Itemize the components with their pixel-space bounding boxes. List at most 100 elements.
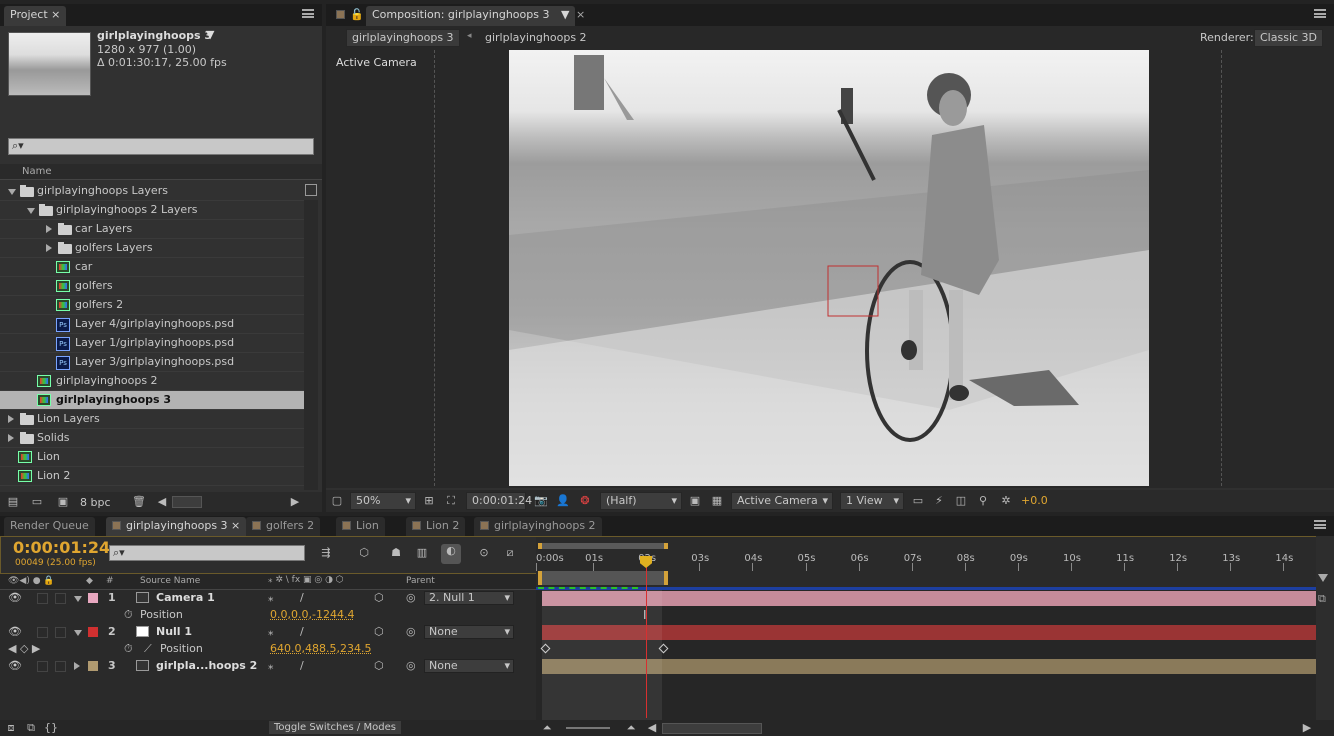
breadcrumb-current[interactable]: girlplayinghoops 3 — [346, 29, 460, 47]
label-color-swatch[interactable] — [88, 661, 98, 671]
project-item[interactable]: Solids — [0, 429, 304, 448]
property-row[interactable]: ⏱ Position 0.0,0.0,-1244.4 — [0, 607, 536, 624]
right-scroll-icons[interactable]: ⧉ — [1318, 592, 1332, 606]
project-item[interactable]: girlplayinghoops 2 Layers — [0, 201, 304, 220]
comp-tab-lock[interactable]: 🔓 — [330, 6, 364, 26]
layer-name[interactable]: girlpla...hoops 2 — [156, 658, 257, 674]
3d-layer-icon[interactable]: ⬡ — [374, 624, 384, 640]
work-area-bar[interactable] — [538, 543, 668, 549]
project-item[interactable]: Ps Layer 3/girlplayinghoops.psd — [0, 353, 304, 372]
project-item[interactable]: golfers 2 — [0, 296, 304, 315]
camera-view-dropdown[interactable]: Active Camera ▾ — [731, 492, 833, 510]
lock-box[interactable] — [55, 661, 66, 672]
resolution-dropdown[interactable]: (Half) ▾ — [600, 492, 682, 510]
parent-dropdown[interactable]: None ▾ — [424, 625, 514, 639]
disclosure-closed-icon[interactable] — [8, 415, 14, 423]
solo-box[interactable] — [37, 593, 48, 604]
solo-box[interactable] — [37, 661, 48, 672]
eye-icon[interactable]: 👁 — [8, 658, 22, 674]
view-layout-dropdown[interactable]: 1 View ▾ — [840, 492, 904, 510]
snapshot-camera-icon[interactable]: 📷 — [534, 494, 548, 508]
property-row[interactable]: ◀ ◇ ▶ ⏱ ⟋ Position 640.0,488.5,234.5 — [0, 641, 536, 658]
renderer-dropdown[interactable]: Classic 3D — [1254, 29, 1324, 47]
timeline-tab[interactable]: golfers 2 — [246, 517, 321, 536]
project-item[interactable]: car Layers — [0, 220, 304, 239]
timeline-tab[interactable]: girlplayinghoops 2 — [474, 517, 602, 536]
property-value[interactable]: 0.0,0.0,-1244.4 — [270, 607, 354, 623]
3d-layer-icon[interactable]: ⬡ — [374, 590, 384, 606]
scroll-right-icon[interactable]: ▶ — [1300, 721, 1314, 735]
channel-icon[interactable]: ❂ — [578, 494, 592, 508]
col-source-name[interactable]: Source Name — [140, 576, 200, 586]
col-name-header[interactable]: Name — [22, 166, 52, 177]
project-item[interactable]: Lion 2 — [0, 467, 304, 486]
scroll-left-icon[interactable]: ◀ — [155, 495, 169, 509]
zoom-in-icon[interactable]: ⏶ — [624, 721, 638, 735]
close-icon[interactable]: × — [228, 519, 240, 532]
project-scrollbar[interactable] — [304, 200, 318, 490]
disclosure-closed-icon[interactable] — [46, 244, 52, 252]
parent-dropdown[interactable]: None ▾ — [424, 659, 514, 673]
timeline-tab[interactable]: Lion 2 — [406, 517, 466, 536]
show-snapshot-icon[interactable]: 👤 — [556, 494, 570, 508]
disclosure-closed-icon[interactable] — [46, 225, 52, 233]
scroll-right-icon[interactable]: ▶ — [288, 495, 302, 509]
quality-switch-icon[interactable]: / — [300, 624, 304, 640]
preview-range[interactable] — [538, 571, 668, 585]
new-comp-icon[interactable]: ▣ — [56, 495, 70, 509]
comp-mini-flowchart-icon[interactable]: ⇶ — [319, 546, 333, 560]
composition-viewer[interactable] — [509, 50, 1149, 486]
label-color-swatch[interactable] — [88, 593, 98, 603]
roi-icon[interactable]: ▣ — [688, 494, 702, 508]
layer-name[interactable]: Null 1 — [156, 624, 192, 640]
horizontal-scrollbar[interactable] — [172, 496, 202, 508]
layer-row[interactable]: 👁 2 Null 1 ⁎ / ⬡ ◎ None ▾ — [0, 624, 536, 641]
eye-icon[interactable]: 👁 — [8, 624, 22, 640]
timeline-tab[interactable]: Render Queue — [4, 517, 95, 536]
new-folder-icon[interactable]: ▭ — [30, 495, 44, 509]
draft-3d-icon[interactable]: ⬡ — [357, 546, 371, 560]
pixel-aspect-icon[interactable]: ▭ — [911, 494, 925, 508]
project-item[interactable]: Lion Layers — [0, 410, 304, 429]
region-icon[interactable]: ▢ — [330, 494, 344, 508]
property-value[interactable]: 640.0,488.5,234.5 — [270, 641, 371, 657]
item-dropdown-icon[interactable]: ▼ — [206, 28, 214, 41]
project-item[interactable]: Ps Layer 4/girlplayinghoops.psd — [0, 315, 304, 334]
zoom-out-icon[interactable]: ⏶ — [540, 721, 554, 735]
bpc-label[interactable]: 8 bpc — [80, 496, 111, 509]
label-color-swatch[interactable] — [88, 627, 98, 637]
panel-menu-icon[interactable] — [1314, 9, 1326, 18]
current-time-indicator[interactable] — [646, 556, 647, 718]
current-time-display[interactable]: 0:00:01:24 — [13, 538, 110, 557]
zoom-slider[interactable] — [1318, 574, 1328, 582]
stretch-icon[interactable]: {} — [44, 721, 58, 735]
lock-icon[interactable]: 🔓 — [350, 8, 364, 21]
timeline-zoom-slider[interactable] — [566, 727, 610, 729]
fit-icon[interactable]: ⊞ — [422, 494, 436, 508]
disclosure-open-icon[interactable] — [74, 630, 82, 640]
stopwatch-icon[interactable]: ⏱ — [124, 607, 133, 623]
tab-project[interactable]: Project × — [4, 6, 67, 26]
safe-zones-icon[interactable]: ⛶ — [444, 494, 458, 508]
exposure-icon[interactable]: ✲ — [999, 494, 1013, 508]
layer-row[interactable]: 👁 1 Camera 1 ⁎ / ⬡ ◎ 2. Null 1 ▾ — [0, 590, 536, 607]
fast-preview-icon[interactable]: ⚡ — [932, 494, 946, 508]
shy-switch-icon[interactable]: ⁎ — [268, 624, 274, 640]
close-icon[interactable]: × — [51, 8, 60, 21]
disclosure-open-icon[interactable] — [27, 208, 35, 218]
close-icon[interactable]: × — [576, 8, 585, 21]
pickwhip-icon[interactable]: ◎ — [406, 658, 416, 674]
current-time-field[interactable]: 0:00:01:24 — [466, 492, 532, 510]
col-parent[interactable]: Parent — [406, 576, 435, 586]
timeline-icon[interactable]: ◫ — [954, 494, 968, 508]
tab-composition[interactable]: Composition: girlplayinghoops 3 ▼ — [366, 6, 576, 26]
transparency-grid-icon[interactable]: ▦ — [710, 494, 724, 508]
timeline-tab[interactable]: Lion — [336, 517, 385, 536]
layer-name[interactable]: Camera 1 — [156, 590, 215, 606]
project-item[interactable]: girlplayinghoops Layers — [0, 182, 304, 201]
project-item[interactable]: Lion — [0, 448, 304, 467]
layer-switches-icon[interactable]: ⧈ — [4, 721, 18, 735]
3d-layer-icon[interactable]: ⬡ — [374, 658, 384, 674]
project-item[interactable]: Ps Layer 1/girlplayinghoops.psd — [0, 334, 304, 353]
search-input[interactable]: ⌕▾ — [8, 138, 314, 155]
